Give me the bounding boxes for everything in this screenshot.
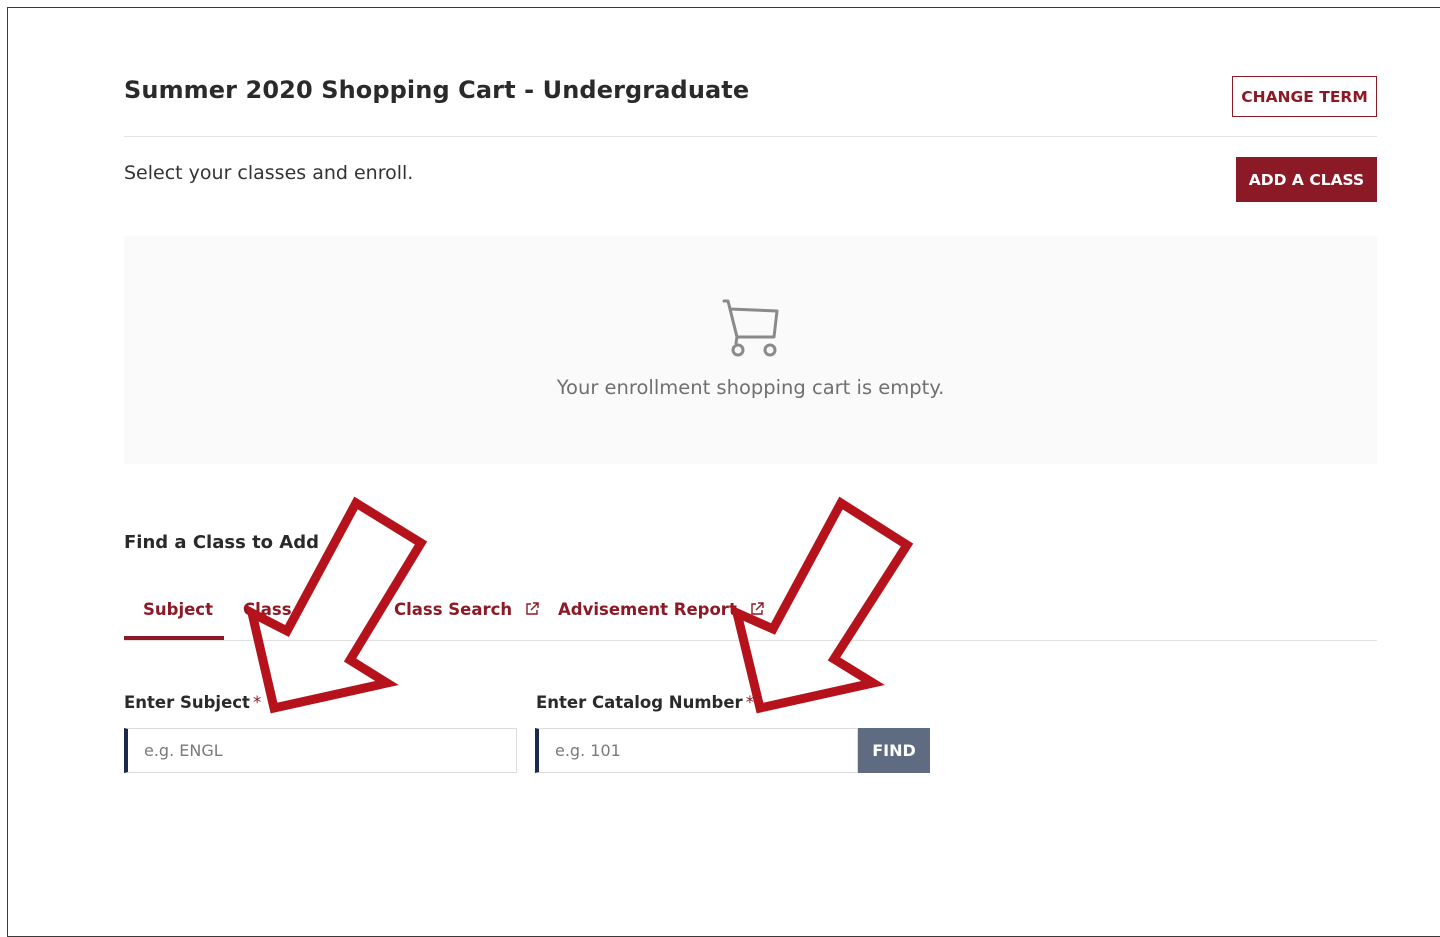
window-frame	[7, 7, 1440, 937]
find-button[interactable]: FIND	[858, 728, 930, 773]
catalog-number-input[interactable]: e.g. 101	[535, 728, 858, 773]
tab-subject-label: Subject	[143, 600, 213, 619]
tab-advisement-report-label: Advisement Report	[558, 600, 737, 619]
title-divider	[124, 136, 1377, 137]
subject-input[interactable]: e.g. ENGL	[124, 728, 517, 773]
required-marker: *	[252, 693, 262, 712]
tab-subject[interactable]: Subject	[143, 600, 213, 619]
change-term-button[interactable]: CHANGE TERM	[1232, 76, 1377, 117]
subject-label-text: Enter Subject	[124, 693, 250, 712]
catalog-label-text: Enter Catalog Number	[536, 693, 743, 712]
tab-class-label: Class	[243, 600, 292, 619]
tab-class-search[interactable]: Class Search	[394, 600, 540, 619]
empty-cart-message: Your enrollment shopping cart is empty.	[556, 376, 945, 399]
tab-class-search-label: Class Search	[394, 600, 513, 619]
required-marker: *	[745, 693, 754, 712]
add-a-class-button[interactable]: ADD A CLASS	[1236, 157, 1377, 202]
find-class-heading: Find a Class to Add	[124, 532, 320, 553]
tab-class[interactable]: Class	[243, 600, 292, 619]
tabs-divider	[124, 640, 1377, 641]
page-title: Summer 2020 Shopping Cart - Undergraduat…	[124, 76, 750, 104]
tab-advisement-report[interactable]: Advisement Report	[558, 600, 765, 619]
catalog-field-label: Enter Catalog Number *	[536, 693, 754, 712]
shopping-cart-icon	[722, 299, 779, 357]
external-link-icon	[526, 602, 539, 615]
external-link-icon	[750, 602, 764, 615]
page-subtitle: Select your classes and enroll.	[124, 162, 414, 184]
subject-field-label: Enter Subject *	[124, 693, 261, 712]
